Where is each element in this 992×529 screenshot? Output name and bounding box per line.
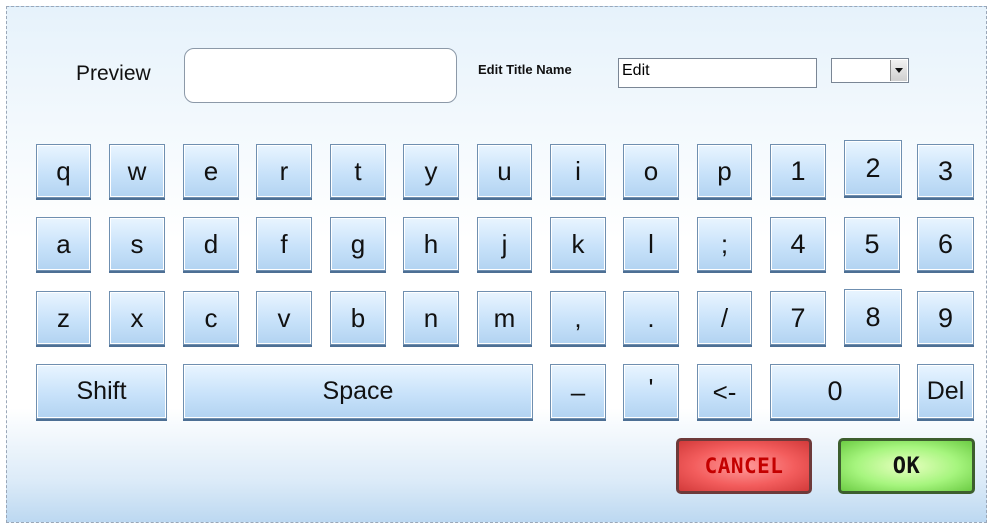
preview-label: Preview <box>76 62 151 85</box>
key-u[interactable]: u <box>477 144 532 198</box>
key-j[interactable]: j <box>477 217 532 271</box>
shift-key[interactable]: Shift <box>36 364 167 419</box>
key-2[interactable]: 2 <box>844 140 902 196</box>
key-s[interactable]: s <box>109 217 165 271</box>
chevron-down-icon[interactable] <box>890 60 907 81</box>
key-y[interactable]: y <box>403 144 459 198</box>
preview-field[interactable] <box>184 48 457 103</box>
key-w[interactable]: w <box>109 144 165 198</box>
ok-button[interactable]: OK <box>838 438 975 494</box>
key-z[interactable]: z <box>36 291 91 345</box>
key-c[interactable]: c <box>183 291 239 345</box>
key-r[interactable]: r <box>256 144 312 198</box>
key-9[interactable]: 9 <box>917 291 974 345</box>
key-semicolon[interactable]: ; <box>697 217 752 271</box>
key-apostrophe[interactable]: ' <box>623 364 679 419</box>
key-v[interactable]: v <box>256 291 312 345</box>
key-3[interactable]: 3 <box>917 144 974 198</box>
key-n[interactable]: n <box>403 291 459 345</box>
key-p[interactable]: p <box>697 144 752 198</box>
key-8[interactable]: 8 <box>844 289 902 345</box>
key-o[interactable]: o <box>623 144 679 198</box>
key-q[interactable]: q <box>36 144 91 198</box>
key-0[interactable]: 0 <box>770 364 900 419</box>
edit-title-name-label: Edit Title Name <box>478 62 572 77</box>
key-m[interactable]: m <box>477 291 532 345</box>
key-dash[interactable]: – <box>550 364 606 419</box>
key-l[interactable]: l <box>623 217 679 271</box>
title-dropdown[interactable] <box>831 58 909 83</box>
key-t[interactable]: t <box>330 144 386 198</box>
edit-title-name-input[interactable]: Edit <box>618 58 817 88</box>
space-key[interactable]: Space <box>183 364 533 419</box>
key-1[interactable]: 1 <box>770 144 826 198</box>
key-comma[interactable]: , <box>550 291 606 345</box>
key-period[interactable]: . <box>623 291 679 345</box>
delete-key[interactable]: Del <box>917 364 974 419</box>
key-b[interactable]: b <box>330 291 386 345</box>
key-5[interactable]: 5 <box>844 217 900 271</box>
key-a[interactable]: a <box>36 217 91 271</box>
backspace-key[interactable]: <- <box>697 364 752 419</box>
key-f[interactable]: f <box>256 217 312 271</box>
key-x[interactable]: x <box>109 291 165 345</box>
key-g[interactable]: g <box>330 217 386 271</box>
key-6[interactable]: 6 <box>917 217 974 271</box>
key-4[interactable]: 4 <box>770 217 826 271</box>
cancel-button[interactable]: CANCEL <box>676 438 812 494</box>
key-e[interactable]: e <box>183 144 239 198</box>
key-d[interactable]: d <box>183 217 239 271</box>
key-slash[interactable]: / <box>697 291 752 345</box>
key-h[interactable]: h <box>403 217 459 271</box>
key-7[interactable]: 7 <box>770 291 826 345</box>
key-k[interactable]: k <box>550 217 606 271</box>
key-i[interactable]: i <box>550 144 606 198</box>
